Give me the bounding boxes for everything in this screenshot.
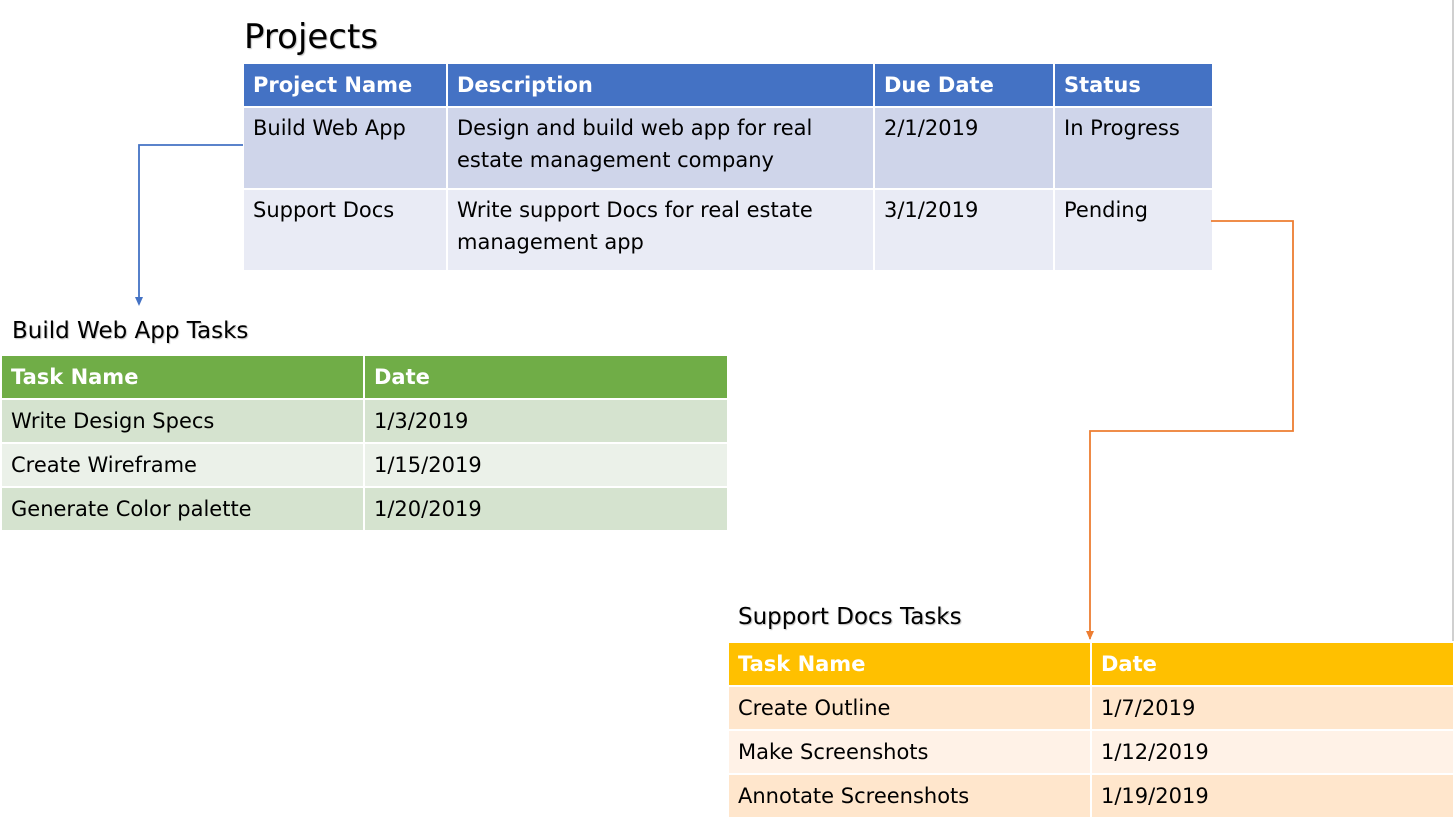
table-row: Build Web App Design and build web app f… xyxy=(242,106,1214,190)
table-header-row: Task Name Date xyxy=(0,354,729,400)
project-name-cell: Support Docs xyxy=(242,188,448,272)
build-tasks-title: Build Web App Tasks xyxy=(12,318,249,344)
task-date-cell: 1/3/2019 xyxy=(363,398,729,444)
table-row: Write Design Specs 1/3/2019 xyxy=(0,398,729,444)
column-header-date: Date xyxy=(363,354,729,400)
table-header-row: Project Name Description Due Date Status xyxy=(242,62,1214,108)
table-header-row: Task Name Date xyxy=(727,641,1454,687)
projects-title: Projects xyxy=(244,17,379,57)
project-name-cell: Build Web App xyxy=(242,106,448,190)
table-row: Generate Color palette 1/20/2019 xyxy=(0,486,729,532)
status-cell: In Progress xyxy=(1053,106,1214,190)
task-date-cell: 1/19/2019 xyxy=(1090,773,1454,819)
build-web-app-connector xyxy=(138,144,243,304)
task-name-cell: Make Screenshots xyxy=(727,729,1092,775)
orange-arrowhead xyxy=(1086,631,1094,640)
description-cell: Design and build web app for real estate… xyxy=(446,106,875,190)
table-row: Annotate Screenshots 1/19/2019 xyxy=(727,773,1454,819)
task-name-cell: Generate Color palette xyxy=(0,486,365,532)
support-tasks-table: Task Name Date Create Outline 1/7/2019 M… xyxy=(727,641,1454,819)
status-cell: Pending xyxy=(1053,188,1214,272)
task-name-cell: Annotate Screenshots xyxy=(727,773,1092,819)
blue-arrowhead xyxy=(135,297,143,306)
task-date-cell: 1/7/2019 xyxy=(1090,685,1454,731)
due-date-cell: 3/1/2019 xyxy=(873,188,1055,272)
build-tasks-table: Task Name Date Write Design Specs 1/3/20… xyxy=(0,354,729,532)
support-tasks-title: Support Docs Tasks xyxy=(738,604,962,630)
task-date-cell: 1/20/2019 xyxy=(363,486,729,532)
table-row: Create Outline 1/7/2019 xyxy=(727,685,1454,731)
task-name-cell: Create Outline xyxy=(727,685,1092,731)
task-date-cell: 1/15/2019 xyxy=(363,442,729,488)
table-row: Support Docs Write support Docs for real… xyxy=(242,188,1214,272)
description-cell: Write support Docs for real estate manag… xyxy=(446,188,875,272)
projects-table: Project Name Description Due Date Status… xyxy=(242,62,1214,272)
column-header-date: Date xyxy=(1090,641,1454,687)
task-date-cell: 1/12/2019 xyxy=(1090,729,1454,775)
column-header-task-name: Task Name xyxy=(0,354,365,400)
task-name-cell: Write Design Specs xyxy=(0,398,365,444)
task-name-cell: Create Wireframe xyxy=(0,442,365,488)
column-header-due-date: Due Date xyxy=(873,62,1055,108)
column-header-status: Status xyxy=(1053,62,1214,108)
due-date-cell: 2/1/2019 xyxy=(873,106,1055,190)
column-header-task-name: Task Name xyxy=(727,641,1092,687)
column-header-description: Description xyxy=(446,62,875,108)
table-row: Create Wireframe 1/15/2019 xyxy=(0,442,729,488)
column-header-project-name: Project Name xyxy=(242,62,448,108)
support-docs-connector xyxy=(1089,220,1294,639)
table-row: Make Screenshots 1/12/2019 xyxy=(727,729,1454,775)
